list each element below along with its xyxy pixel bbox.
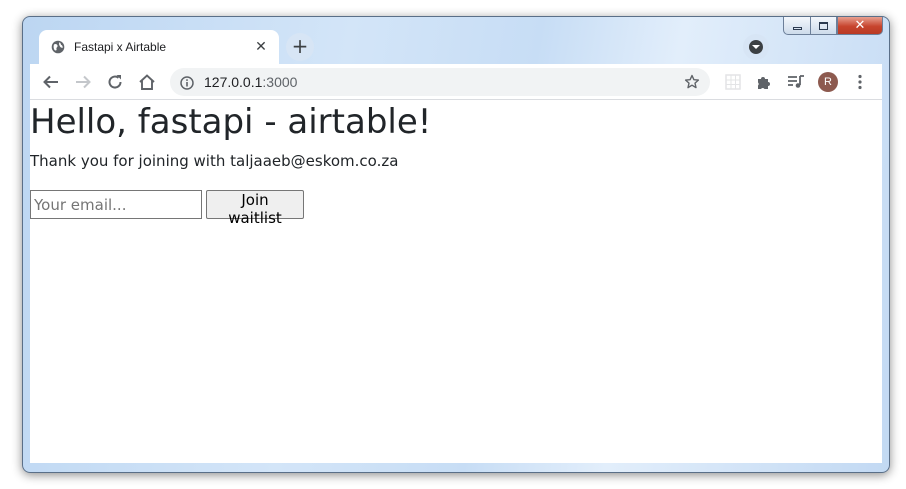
arrow-left-icon [43,75,58,89]
extension-button-grid[interactable] [719,68,747,96]
forward-button[interactable] [69,68,97,96]
info-icon[interactable] [180,75,194,94]
page-viewport: Hello, fastapi - airtable! Thank you for… [30,100,882,463]
extensions-button[interactable] [750,68,778,96]
media-controls-button[interactable] [782,68,810,96]
back-button[interactable] [37,68,65,96]
tab-close-icon[interactable]: ✕ [253,39,269,55]
chevron-down-icon [749,40,763,54]
url-text: 127.0.0.1:3000 [204,74,297,90]
new-tab-button[interactable]: + [286,33,314,61]
grid-icon [725,74,741,90]
close-icon: ✕ [854,18,866,33]
home-button[interactable] [133,68,161,96]
menu-button[interactable] [846,68,874,96]
avatar: R [818,72,838,92]
maximize-icon [819,21,828,30]
thank-you-message: Thank you for joining with taljaaeb@esko… [30,152,399,170]
reload-button[interactable] [101,68,129,96]
puzzle-icon [758,77,770,89]
browser-tab[interactable]: Fastapi x Airtable ✕ [39,30,279,64]
close-window-button[interactable]: ✕ [837,17,883,35]
kebab-menu-icon [858,74,862,90]
tab-title: Fastapi x Airtable [74,40,167,54]
minimize-icon [792,27,802,30]
window-caption-buttons: ✕ [783,17,883,36]
arrow-right-icon [76,75,91,89]
star-icon[interactable] [684,74,700,94]
playlist-icon [788,75,804,88]
email-field[interactable] [30,190,202,219]
url-port: :3000 [262,74,298,90]
reload-icon [108,75,122,89]
globe-icon [51,40,65,54]
profile-button[interactable]: R [814,68,842,96]
maximize-button[interactable] [810,17,837,35]
minimize-button[interactable] [783,17,810,35]
tab-search-button[interactable] [743,34,769,60]
browser-window: ✕ Fastapi x Airtable ✕ + 127.0.0.1:3000 … [22,16,890,473]
home-icon [139,74,155,90]
address-bar[interactable]: 127.0.0.1:3000 [170,68,710,96]
page-title: Hello, fastapi - airtable! [30,102,432,142]
browser-toolbar: 127.0.0.1:3000 R [30,64,882,100]
join-waitlist-button[interactable]: Join waitlist [206,190,304,227]
url-host: 127.0.0.1 [204,74,263,90]
